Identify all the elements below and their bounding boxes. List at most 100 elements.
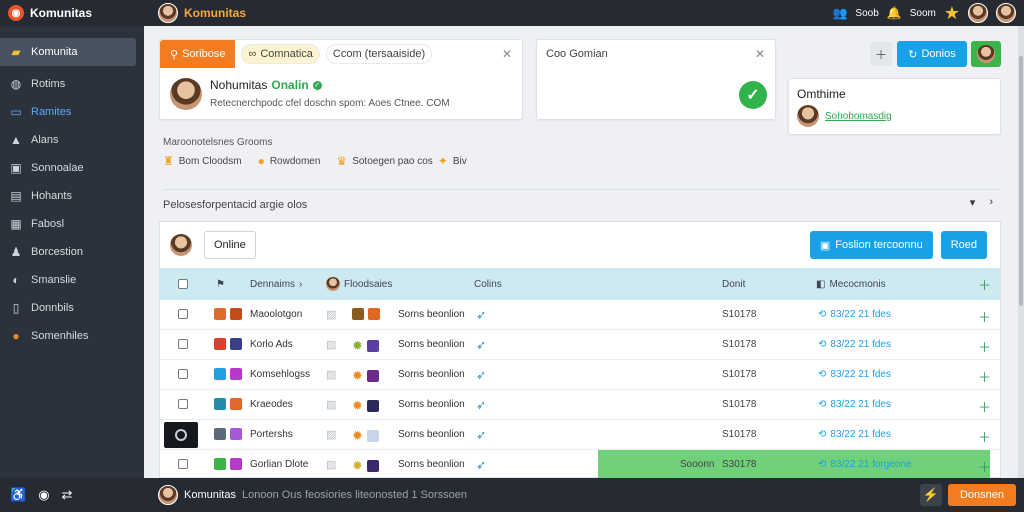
add-row-icon[interactable]: ＋ [978, 397, 991, 416]
people-icon[interactable]: 👥 [832, 6, 847, 20]
tab-label: Ccom (tersaaiside) [332, 48, 426, 60]
chip-item[interactable]: ♛ Sotoegen pao cos ✦ Biv [336, 154, 466, 168]
add-row-icon[interactable]: ＋ [978, 427, 991, 446]
row-count: S10178 [722, 369, 757, 380]
add-row-icon[interactable]: ＋ [978, 367, 991, 386]
profile-avatar[interactable] [170, 78, 202, 110]
close-icon[interactable]: ✕ [755, 47, 765, 61]
table-row[interactable]: Komsehlogss ▨ ✹ Sorns beonlion ➶ S10178 … [160, 360, 1000, 390]
sidebar-item-donnbils[interactable]: ▯ Donnbils [0, 294, 144, 322]
camera-icon[interactable]: ◉ [38, 487, 49, 503]
image-icon: ▨ [326, 309, 337, 321]
feature-thumbnails: ✹ [352, 398, 379, 414]
row-count: S10178 [722, 399, 757, 410]
avatar [326, 277, 340, 291]
green-avatar-button[interactable] [971, 41, 1001, 67]
top-right-text-2[interactable]: Soom [910, 8, 936, 19]
profile-card-body: Nohumitas Onalin ✓ Retecnerchpodc cfel d… [160, 68, 522, 120]
game-thumbnails [214, 428, 242, 440]
bottom-action-button[interactable]: Donsnen [947, 484, 1016, 506]
feature-thumbnails [352, 308, 380, 320]
accessibility-icon[interactable]: ♿ [10, 487, 26, 503]
scrollbar-thumb[interactable] [1019, 56, 1023, 306]
tab-soribose[interactable]: ⚲ Soribose [160, 40, 236, 68]
sidebar-item-ramites[interactable]: ▭ Ramites [0, 98, 144, 126]
sidebar-item-label: Ramites [31, 106, 72, 118]
avatar[interactable] [158, 485, 178, 505]
chevron-down-icon[interactable]: ▾ [970, 196, 976, 209]
row-checkbox[interactable] [178, 399, 188, 409]
row-feature: Sorns beonlion [398, 429, 465, 440]
chip-item[interactable]: ● Rowdomen [258, 154, 321, 168]
vertical-scrollbar[interactable] [1018, 26, 1024, 478]
col-header-count[interactable]: Donit [722, 279, 745, 290]
run-icon[interactable]: ⚡ [919, 484, 942, 506]
section-label: Maroonotelsnes Grooms [163, 137, 273, 148]
bracket-icon: ◧ [816, 278, 826, 290]
col-header-name[interactable]: Dennaims › [250, 279, 302, 290]
online-card-link[interactable]: Sohobomasdig [825, 111, 892, 122]
add-button[interactable]: ＋ [870, 42, 892, 66]
search-icon: ⚲ [170, 48, 179, 61]
table-row[interactable]: Portershs ▨ ✹ Sorns beonlion ➶ S10178 ⟲ 8… [160, 420, 1000, 450]
sidebar-item-komunita[interactable]: ▰ Komunita [0, 38, 136, 66]
add-row-icon[interactable]: ＋ [978, 307, 991, 326]
add-column-icon[interactable]: ＋ [978, 275, 991, 294]
sidebar-item-fabosl[interactable]: ▦ Fabosl [0, 210, 144, 238]
profile-avatar[interactable] [996, 3, 1016, 23]
avatar[interactable] [797, 105, 819, 127]
row-thumbnail[interactable] [164, 422, 198, 448]
link-icon: ∞ [248, 48, 257, 60]
game-thumbnails [214, 308, 242, 320]
row-checkbox[interactable] [178, 339, 188, 349]
panel-secondary-button[interactable]: Roed [940, 231, 987, 259]
notification-icon[interactable]: 🔔 [887, 6, 902, 20]
table-row-highlighted[interactable]: Gorlian Dlote ▨ ✹ Sorns beonlion ➶ Sooon… [160, 450, 1000, 478]
sidebar-item-rotims[interactable]: ◍ Rotims [0, 70, 144, 98]
clock-icon: ⟲ [818, 309, 827, 320]
feature-thumbnails: ✹ [352, 428, 379, 444]
avatar[interactable] [170, 234, 192, 256]
status-card: Coo Gomian ✕ ✓ [536, 39, 776, 120]
online-filter-button[interactable]: Online [204, 231, 256, 259]
tab-comnatica[interactable]: ∞ Comnatica [241, 44, 320, 64]
chevron-right-icon: › [299, 278, 303, 290]
sidebar-item-hohants[interactable]: ▤ Hohants [0, 182, 144, 210]
row-count: S10178 [722, 429, 757, 440]
col-header-col3[interactable]: Colins [474, 279, 502, 290]
row-checkbox[interactable] [178, 369, 188, 379]
book-icon: ▦ [10, 217, 22, 231]
add-row-icon[interactable]: ＋ [978, 337, 991, 356]
top-right-text-1[interactable]: Soob [855, 8, 878, 19]
star-icon[interactable]: ★ [944, 3, 960, 24]
primary-action-button[interactable]: ↻ Donios [897, 41, 967, 67]
add-row-icon[interactable]: ＋ [978, 457, 991, 476]
col-header-time[interactable]: ◧ Mecocmonis [816, 279, 886, 290]
avatar[interactable] [158, 3, 178, 23]
select-all-checkbox[interactable] [178, 279, 188, 289]
chip-item[interactable]: ♜ Bom Cloodsm [163, 154, 242, 168]
panel-primary-button[interactable]: ▣ Foslion tercoonnu [809, 231, 933, 259]
share-icon[interactable]: ⇄ [62, 487, 73, 503]
tab-ccom[interactable]: Ccom (tersaaiside) [325, 44, 433, 64]
sidebar-item-alans[interactable]: ▲ Alans [0, 126, 144, 154]
panel-primary-label: Foslion tercoonnu [835, 239, 923, 251]
sidebar-item-sonnoalae[interactable]: ▣ Sonnoalae [0, 154, 144, 182]
brand[interactable]: ◉ Komunitas [0, 5, 144, 21]
chevron-right-icon[interactable]: › [989, 196, 993, 209]
sidebar-item-borcestion[interactable]: ♟ Borcestion [0, 238, 144, 266]
col-header-label: Donit [722, 278, 746, 290]
table-header: ⚑ Dennaims › Floodsaies Colins Donit ◧ M… [160, 268, 1000, 300]
sidebar-item-smanslie[interactable]: ◐ Smanslie [0, 266, 144, 294]
sidebar-item-somenhiles[interactable]: ● Somenhiles [0, 322, 144, 350]
close-icon[interactable]: ✕ [502, 47, 512, 61]
table-row[interactable]: Maoolotgon ▨ Sorns beonlion ➶ S10178 ⟲ 83… [160, 300, 1000, 330]
user-avatar[interactable] [968, 3, 988, 23]
image-icon: ▨ [326, 339, 337, 351]
table-row[interactable]: Korlo Ads ▨ ✹ Sorns beonlion ➶ S10178 ⟲ 8… [160, 330, 1000, 360]
col-header-feature[interactable]: Floodsaies [326, 277, 392, 291]
row-checkbox[interactable] [178, 459, 188, 469]
chip-label: Sotoegen pao cos [352, 155, 433, 167]
table-row[interactable]: Kraeodes ▨ ✹ Sorns beonlion ➶ S10178 ⟲ 83… [160, 390, 1000, 420]
row-checkbox[interactable] [178, 309, 188, 319]
